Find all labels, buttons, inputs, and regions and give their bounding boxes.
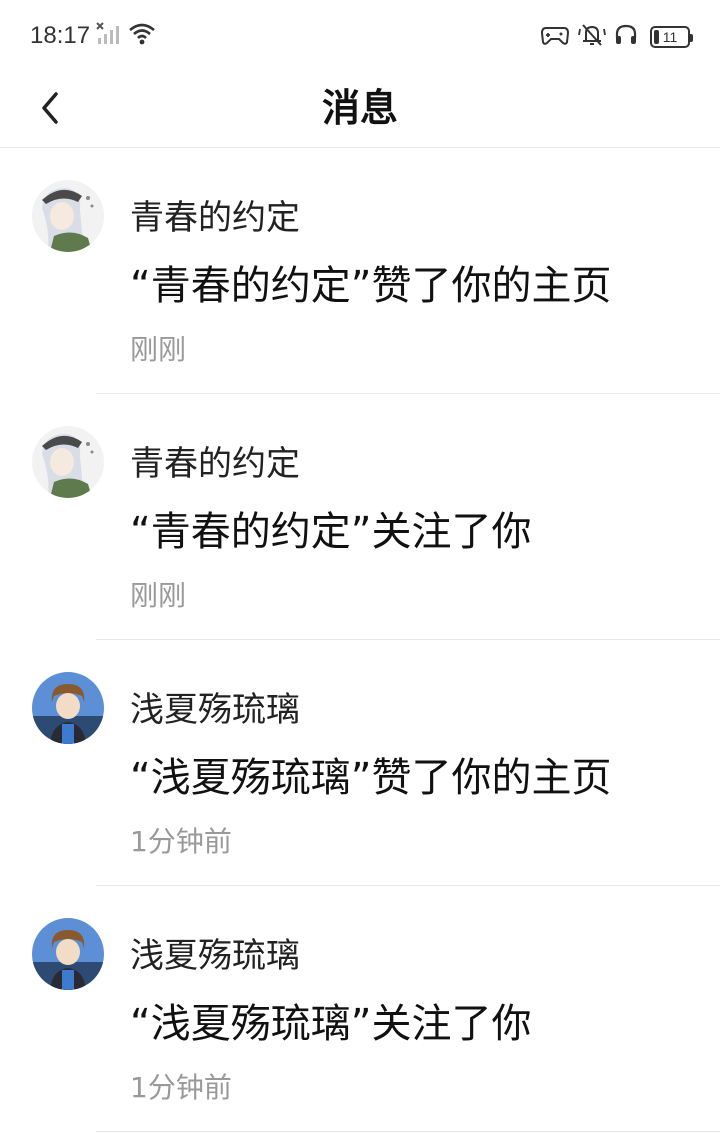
divider <box>96 1131 720 1132</box>
message-item[interactable]: 青春的约定 “青春的约定”赞了你的主页 刚刚 <box>0 148 720 394</box>
message-text: “青春的约定”赞了你的主页 <box>130 263 612 309</box>
message-text: “青春的约定”关注了你 <box>130 509 532 555</box>
message-item[interactable]: 青春的约定 “青春的约定”关注了你 刚刚 <box>0 394 720 640</box>
status-left-icons <box>96 22 156 50</box>
status-right-icons: 11 <box>540 23 693 51</box>
battery-icon: 11 <box>650 26 693 48</box>
message-item[interactable]: 浅夏殇琉璃 “浅夏殇琉璃”关注了你 1分钟前 <box>0 886 720 1132</box>
message-time: 1分钟前 <box>130 1071 232 1104</box>
message-time: 刚刚 <box>130 579 187 612</box>
gamepad-icon <box>540 23 570 51</box>
headphones-icon <box>614 23 638 51</box>
avatar[interactable] <box>32 180 104 252</box>
message-time: 1分钟前 <box>130 825 232 858</box>
sender-name: 浅夏殇琉璃 <box>130 936 300 976</box>
message-list: 青春的约定 “青春的约定”赞了你的主页 刚刚 青春的约定 “青春的约定”关注了你… <box>0 148 720 1132</box>
sender-name: 浅夏殇琉璃 <box>130 690 300 730</box>
message-text: “浅夏殇琉璃”赞了你的主页 <box>130 755 612 801</box>
status-time: 18:17 <box>30 22 91 49</box>
sender-name: 青春的约定 <box>130 198 300 238</box>
page-title: 消息 <box>321 86 398 130</box>
avatar[interactable] <box>32 672 104 744</box>
signal-icon <box>96 22 122 50</box>
avatar[interactable] <box>32 426 104 498</box>
status-bar: 18:17 11 <box>0 0 720 72</box>
nav-bar: 消息 <box>0 72 720 148</box>
message-text: “浅夏殇琉璃”关注了你 <box>130 1001 532 1047</box>
bell-off-icon <box>578 23 606 51</box>
avatar[interactable] <box>32 918 104 990</box>
sender-name: 青春的约定 <box>130 444 300 484</box>
message-item[interactable]: 浅夏殇琉璃 “浅夏殇琉璃”赞了你的主页 1分钟前 <box>0 640 720 886</box>
wifi-icon <box>128 23 156 49</box>
battery-level: 11 <box>662 29 678 45</box>
message-time: 刚刚 <box>130 333 187 366</box>
